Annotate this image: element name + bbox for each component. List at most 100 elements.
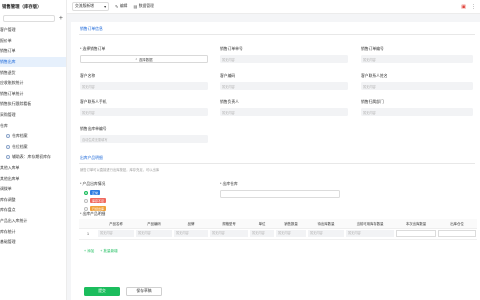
section-divider: [79, 34, 475, 35]
order-id-field[interactable]: 暂无内容: [220, 55, 348, 63]
table-cell: [437, 228, 477, 240]
table-header-cell: 单位: [249, 219, 275, 229]
sidebar-item[interactable]: 库存调整: [0, 195, 66, 206]
sidebar-item[interactable]: 产品出入库统计: [0, 216, 66, 227]
table-cell: 暂无内容: [249, 228, 275, 240]
table-cell: 暂无内容: [173, 228, 209, 240]
table-header-row: 产品名称 产品编码 品牌 规格型号 单位 销售数量 待出库数量 当前可用库存数量 本次出库数量出…: [79, 219, 477, 229]
table-row: 1 暂无内容 暂无内容 暂无内容 暂无内容 暂无内容 暂无内容 暂无内容 暂无内容: [79, 228, 477, 240]
sidebar-item[interactable]: 销售退货: [0, 67, 66, 78]
cell-input[interactable]: 暂无内容: [136, 230, 172, 237]
status-tag: 库存不足: [90, 198, 107, 203]
status-option[interactable]: 已经出库: [84, 206, 107, 211]
sidebar-item-label: 销售退货: [0, 69, 16, 75]
add-icon[interactable]: +: [59, 15, 63, 22]
outbound-no-field[interactable]: 自动生成无需填写: [80, 135, 208, 143]
sidebar-item[interactable]: 销售订单统计: [0, 89, 66, 100]
sales-dept-field[interactable]: 暂无内容: [361, 108, 473, 116]
save-draft-button[interactable]: 保存草稿: [126, 287, 162, 296]
contact-phone-label: 客户联系人手机: [80, 100, 107, 104]
table-header-cell: 当前可用库存数量: [345, 219, 395, 229]
sidebar-item-label: 产品出入库统计: [0, 217, 28, 223]
sidebar-item[interactable]: 其他入库单: [0, 163, 66, 174]
table-header-cell: 产品名称: [97, 219, 135, 229]
warehouse-label: * 出库仓库: [220, 182, 238, 186]
section-hint: 销售订单可以直接进行出库按钮，库存充足，可以出库: [80, 168, 160, 172]
outbound-no-label: 销售出库单编号: [80, 127, 107, 131]
status-option[interactable]: 正常: [84, 190, 101, 195]
warehouse-select[interactable]: [220, 190, 340, 198]
sidebar-item[interactable]: 应收账款统计: [0, 78, 66, 89]
chevron-down-icon: ▾: [104, 5, 106, 9]
cell-input[interactable]: 暂无内容: [174, 230, 208, 237]
customer-code-field[interactable]: 暂无内容: [220, 82, 348, 90]
cell-input[interactable]: 暂无内容: [98, 230, 134, 237]
table-header-cell: 销售数量: [275, 219, 307, 229]
sidebar-search-input[interactable]: [3, 15, 55, 22]
customer-name-field[interactable]: 暂无内容: [80, 82, 208, 90]
sidebar-item[interactable]: 仓库档案: [0, 131, 66, 142]
sidebar-item[interactable]: 库存盘点: [0, 205, 66, 216]
table-header-cell: 规格型号: [209, 219, 249, 229]
data-manage-button[interactable]: ▤ 数据管理: [133, 4, 153, 9]
sales-person-label: 销售负责人: [220, 100, 239, 104]
cell-input[interactable]: 暂无内容: [210, 230, 248, 237]
status-label: * 产品出库情况: [80, 182, 106, 186]
sidebar-item-label: 仓位档案: [12, 143, 28, 149]
sidebar-item-label: 销售订单: [0, 48, 16, 54]
sidebar-menu: 客户管理报价单销售订单销售出库 销售退货应收账款统计销售订单统计 销售执行跟踪看板采…: [0, 25, 66, 247]
sidebar-item[interactable]: 客户管理: [0, 25, 66, 36]
view-select[interactable]: 交流版新增 ▾: [72, 2, 109, 11]
submit-button[interactable]: 提交: [84, 287, 120, 296]
sidebar-item[interactable]: 其他出库单: [0, 173, 66, 184]
sales-person-field[interactable]: 暂无内容: [220, 108, 348, 116]
more-icon[interactable]: ⋮: [471, 4, 476, 10]
sidebar-item-label: 调拨单: [0, 186, 12, 192]
sidebar-item-label: 报价单: [0, 37, 12, 43]
cell-input[interactable]: [438, 230, 476, 237]
sidebar-item[interactable]: 基础管理: [0, 237, 66, 248]
sidebar-item-label: 客户管理: [0, 27, 16, 33]
order-no-field[interactable]: 暂无内容: [361, 55, 473, 63]
batch-add-button[interactable]: + 批量新增: [100, 249, 117, 254]
radio-icon[interactable]: [84, 198, 88, 203]
sidebar-item[interactable]: 辅助表：库存期初库存: [0, 152, 66, 163]
add-row-button[interactable]: + 添加: [84, 249, 94, 254]
cell-input[interactable]: 暂无内容: [276, 230, 306, 237]
notification-icon[interactable]: ▣: [461, 4, 466, 10]
sidebar-item-label: 应收账款统计: [0, 80, 24, 86]
cell-input[interactable]: 暂无内容: [250, 230, 274, 237]
contact-name-field[interactable]: 暂无内容: [361, 82, 473, 90]
radio-icon[interactable]: [84, 190, 88, 195]
edit-button[interactable]: ✎ 编辑: [115, 4, 127, 9]
table-cell: 暂无内容: [275, 228, 307, 240]
sidebar-item[interactable]: 仓位档案: [0, 142, 66, 153]
contact-phone-field[interactable]: 暂无内容: [80, 108, 208, 116]
table-cell: 暂无内容: [307, 228, 345, 240]
table-header-cell: 待出库数量: [307, 219, 345, 229]
sidebar-item[interactable]: 销售订单: [0, 46, 66, 57]
order-id-label: 销售订单单号: [220, 47, 243, 51]
sidebar-item-label: 基础管理: [0, 239, 16, 245]
sidebar-item[interactable]: 销售执行跟踪看板: [0, 99, 66, 110]
table-cell: 暂无内容: [97, 228, 135, 240]
radio-icon[interactable]: [84, 206, 88, 211]
table-header-cell: 产品编码: [135, 219, 173, 229]
cell-input[interactable]: 暂无内容: [346, 230, 394, 237]
cell-input[interactable]: [396, 230, 436, 237]
sidebar-item[interactable]: 销售出库: [0, 56, 66, 68]
cell-input[interactable]: 暂无内容: [308, 230, 344, 237]
circle-icon: [6, 144, 10, 149]
sidebar-item[interactable]: 调拨单: [0, 184, 66, 195]
section-title-products: 出库产品明细: [80, 156, 103, 160]
table-cell: 暂无内容: [345, 228, 395, 240]
select-order-button[interactable]: ⌕ 选择数据: [80, 55, 208, 63]
sidebar-item[interactable]: 采购管理: [0, 110, 66, 121]
sidebar-item-label: 库存调整: [0, 196, 16, 202]
table-header-cell: 出库仓位: [437, 219, 477, 229]
sidebar-item[interactable]: 库存统计: [0, 226, 66, 237]
sidebar-item[interactable]: 报价单: [0, 36, 66, 47]
status-option[interactable]: 库存不足: [84, 198, 107, 203]
sidebar-item[interactable]: 仓库: [0, 120, 66, 131]
section-title-order: 销售订单信息: [80, 27, 103, 31]
